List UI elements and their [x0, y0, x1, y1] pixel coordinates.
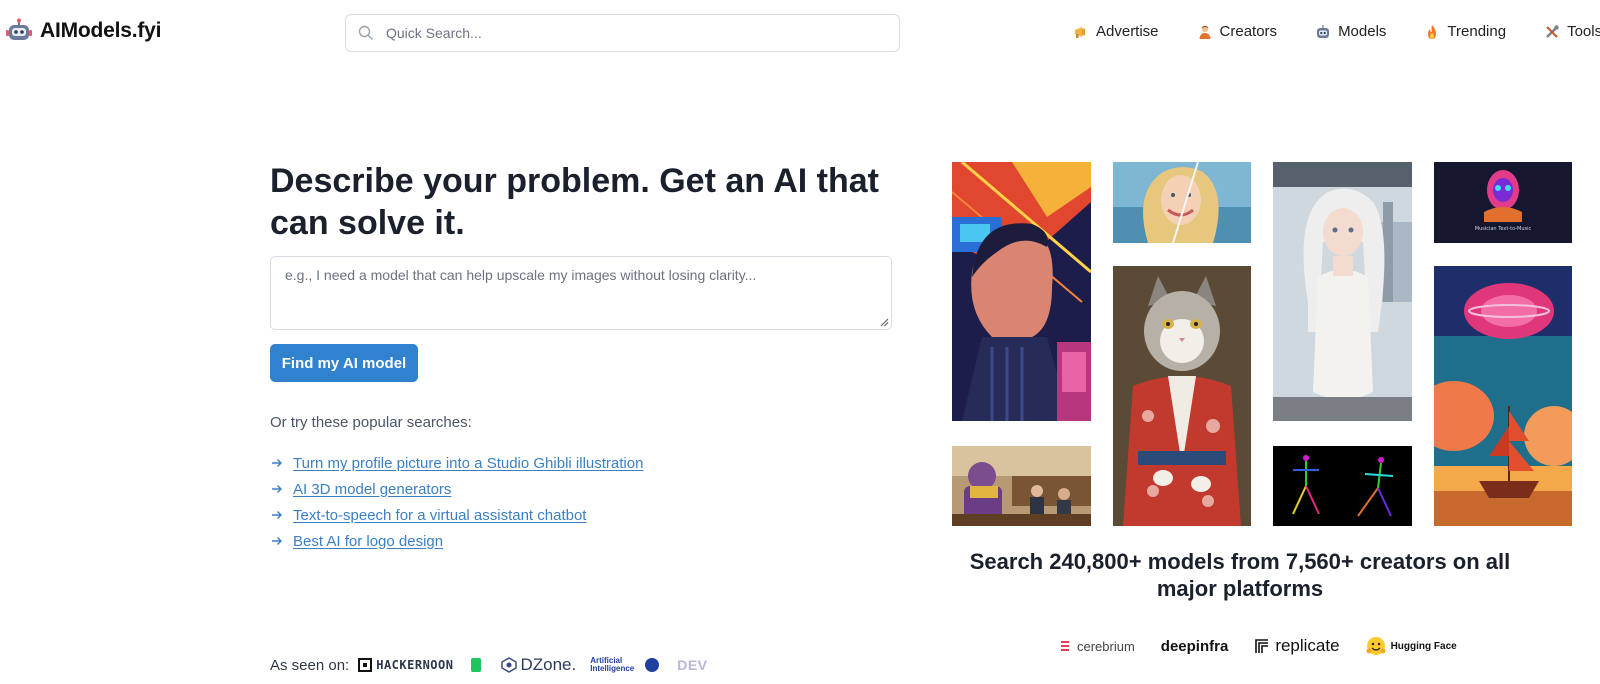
ai-outlet-badge-icon: [645, 658, 660, 672]
hackernoon-text: HACKERNOON: [376, 658, 454, 672]
find-ai-model-button[interactable]: Find my AI model: [270, 344, 418, 382]
dzone-logo[interactable]: DZone.: [501, 655, 576, 675]
b-logo[interactable]: B: [471, 658, 482, 672]
nav-tools[interactable]: Tools: [1544, 23, 1600, 40]
tools-icon: [1546, 24, 1559, 38]
popular-search-link[interactable]: Best AI for logo design: [293, 533, 443, 550]
problem-description-input[interactable]: [270, 256, 892, 330]
b-logo-text: B: [471, 658, 482, 672]
list-item: Best AI for logo design: [270, 528, 643, 554]
replicate-logo[interactable]: replicate: [1254, 636, 1340, 656]
header: AIModels.fyi Advertise Creators: [0, 0, 1600, 66]
platforms-bar: cerebrium deepinfra replicate Hugging Fa…: [1060, 636, 1457, 656]
as-seen-on-bar: As seen on: HACKERNOON B DZone. Artifici…: [270, 655, 708, 675]
as-seen-on-label: As seen on:: [270, 656, 350, 674]
list-item: AI 3D model generators: [270, 476, 643, 502]
deepinfra-text: deepinfra: [1160, 637, 1229, 655]
search-icon: [358, 25, 373, 40]
gallery-image-musician-text-to-music[interactable]: Musician Text-to-Music: [1434, 162, 1572, 243]
hugging-face-icon: [1366, 637, 1386, 655]
hackernoon-logo[interactable]: HACKERNOON: [357, 657, 453, 673]
nav-tools-label: Tools: [1567, 23, 1600, 40]
arrow-right-icon: [272, 537, 282, 545]
gallery-image-galaxy-ship[interactable]: [1434, 266, 1572, 526]
gallery-image-anime-girl[interactable]: [1273, 162, 1412, 421]
dzone-icon: [501, 657, 518, 673]
gallery-image-blonde-portrait[interactable]: [1113, 162, 1251, 243]
arrow-right-icon: [272, 511, 282, 519]
models-stats-heading: Search 240,800+ models from 7,560+ creat…: [969, 549, 1511, 601]
popular-search-link[interactable]: AI 3D model generators: [293, 481, 451, 498]
robot-logo-icon: [6, 18, 32, 40]
popular-search-link[interactable]: Turn my profile picture into a Studio Gh…: [293, 455, 643, 472]
dev-text: DEV: [677, 657, 708, 673]
nav-models[interactable]: Models: [1315, 23, 1386, 40]
replicate-text: replicate: [1275, 636, 1340, 655]
quick-search-box[interactable]: [345, 14, 900, 52]
robot-icon: [1317, 24, 1330, 38]
popular-search-link[interactable]: Text-to-speech for a virtual assistant c…: [293, 507, 586, 524]
list-item: Turn my profile picture into a Studio Gh…: [270, 450, 643, 476]
popular-searches-label: Or try these popular searches:: [270, 414, 472, 431]
fire-icon: [1428, 24, 1437, 39]
hugging-face-logo[interactable]: Hugging Face: [1366, 636, 1457, 656]
replicate-icon: [1255, 639, 1269, 653]
dev-logo[interactable]: DEV: [677, 657, 707, 673]
resize-handle-icon[interactable]: [880, 318, 889, 327]
nav-models-label: Models: [1338, 23, 1387, 40]
logo-text: AIModels.fyi: [40, 19, 162, 42]
cerebrium-text: cerebrium: [1077, 638, 1135, 654]
hackernoon-icon: [358, 658, 373, 672]
popular-searches-list: Turn my profile picture into a Studio Gh…: [270, 450, 643, 554]
musician-caption: Musician Text-to-Music: [1474, 226, 1532, 232]
deepinfra-logo[interactable]: deepinfra: [1161, 638, 1229, 655]
nav-advertise[interactable]: Advertise: [1073, 23, 1159, 40]
nav-trending-label: Trending: [1447, 23, 1507, 40]
hugging-face-text: Hugging Face: [1390, 640, 1457, 652]
megaphone-icon: [1075, 26, 1085, 38]
hero-title: Describe your problem. Get an AI that ca…: [270, 162, 879, 242]
artificial-intelligence-logo[interactable]: Artificial Intelligence: [590, 656, 660, 673]
quick-search-input[interactable]: [386, 25, 866, 41]
person-icon: [1199, 25, 1211, 39]
dzone-text: DZone.: [520, 655, 577, 674]
cerebrium-logo[interactable]: cerebrium: [1060, 639, 1135, 654]
nav-advertise-label: Advertise: [1096, 23, 1159, 40]
main-nav: Advertise Creators Models Trending Tools: [1073, 23, 1600, 40]
nav-creators-label: Creators: [1219, 23, 1278, 40]
nav-trending[interactable]: Trending: [1424, 23, 1506, 40]
list-item: Text-to-speech for a virtual assistant c…: [270, 502, 643, 528]
ai-outlet-text: Artificial Intelligence: [590, 656, 635, 673]
cerebrium-icon: [1061, 641, 1069, 651]
nav-creators[interactable]: Creators: [1197, 23, 1278, 40]
gallery-image-pose-skeleton[interactable]: [1273, 446, 1412, 526]
arrow-right-icon: [272, 459, 282, 467]
gallery-image-courtroom[interactable]: [952, 446, 1091, 526]
arrow-right-icon: [272, 485, 282, 493]
gallery-image-cyberpunk-man[interactable]: [952, 162, 1091, 421]
site-logo[interactable]: AIModels.fyi: [6, 18, 161, 44]
gallery-image-cat-kimono[interactable]: [1113, 266, 1251, 526]
